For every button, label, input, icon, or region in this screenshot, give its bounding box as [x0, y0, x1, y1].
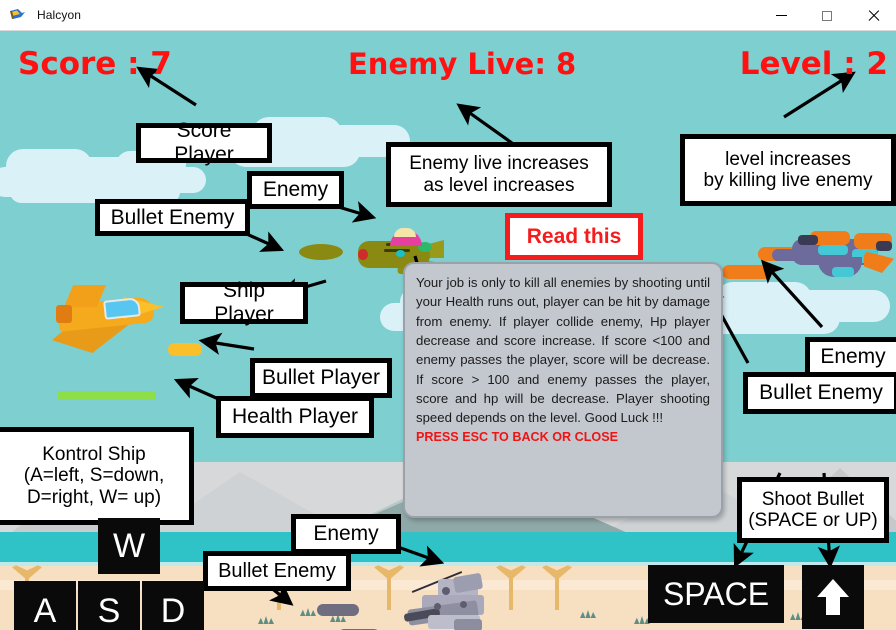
up-arrow-icon [817, 579, 849, 615]
player-health-bar [58, 391, 156, 400]
annotation-level-note: level increases by killing live enemy [680, 134, 896, 206]
annotation-bullet-enemy-right: Bullet Enemy [743, 372, 896, 414]
level-display: Level : 2 [739, 46, 888, 82]
instruction-esc-note: PRESS ESC TO BACK OR CLOSE [416, 429, 618, 444]
palm-tree [540, 564, 574, 610]
key-space[interactable]: SPACE [648, 565, 784, 623]
annotation-enemy-live-note: Enemy live increases as level increases [386, 142, 612, 207]
key-a[interactable]: A [14, 581, 76, 630]
key-d[interactable]: D [142, 581, 204, 630]
score-display: Score : 7 [18, 46, 172, 82]
annotation-enemy-bottom: Enemy [291, 514, 401, 554]
maximize-button[interactable] [804, 0, 850, 31]
instruction-body: Your job is only to kill all enemies by … [416, 275, 710, 426]
key-w[interactable]: W [98, 518, 160, 574]
player-bullet-sprite [168, 343, 202, 356]
enemy-bullet-sprite [299, 244, 343, 260]
annotation-bullet-player: Bullet Player [250, 358, 392, 398]
annotation-ship-player: Ship Player [180, 279, 308, 326]
enemy-jet-sprite [758, 231, 896, 283]
annotation-read-this: Read this [505, 213, 643, 260]
enemy-mech-sprite [398, 570, 494, 630]
game-canvas[interactable]: Score : 7 Enemy Live: 8 Level : 2 Score … [0, 31, 896, 630]
close-button[interactable] [850, 0, 896, 31]
enemy-bullet-sprite [317, 604, 359, 616]
enemy-bullet-sprite [722, 265, 772, 279]
annotation-enemy-topleft: Enemy [247, 171, 344, 209]
app-icon [9, 7, 26, 24]
title-bar: Halcyon [0, 0, 896, 31]
window-controls [758, 0, 896, 31]
key-s[interactable]: S [78, 581, 140, 630]
palm-tree [494, 564, 528, 610]
minimize-button[interactable] [758, 0, 804, 31]
annotation-health-player: Health Player [216, 396, 374, 438]
instruction-panel: Your job is only to kill all enemies by … [403, 262, 723, 518]
game-window: Halcyon Score: 7 Enemy Live: 8 Level: … [0, 0, 896, 630]
annotation-score-player: Score Player [136, 119, 272, 166]
annotation-kontrol-ship: Kontrol Ship (A=left, S=down, D=right, W… [0, 427, 194, 525]
player-ship-sprite [52, 279, 164, 355]
annotation-bullet-enemy-topleft: Bullet Enemy [95, 199, 250, 236]
window-title: Halcyon [37, 8, 82, 22]
key-up-arrow[interactable] [802, 565, 864, 629]
enemy-live-display: Enemy Live: 8 [348, 47, 577, 81]
annotation-bullet-enemy-bottom: Bullet Enemy [203, 551, 351, 591]
annotation-shoot-bullet: Shoot Bullet (SPACE or UP) [737, 477, 889, 543]
annotation-enemy-right: Enemy [805, 337, 896, 377]
